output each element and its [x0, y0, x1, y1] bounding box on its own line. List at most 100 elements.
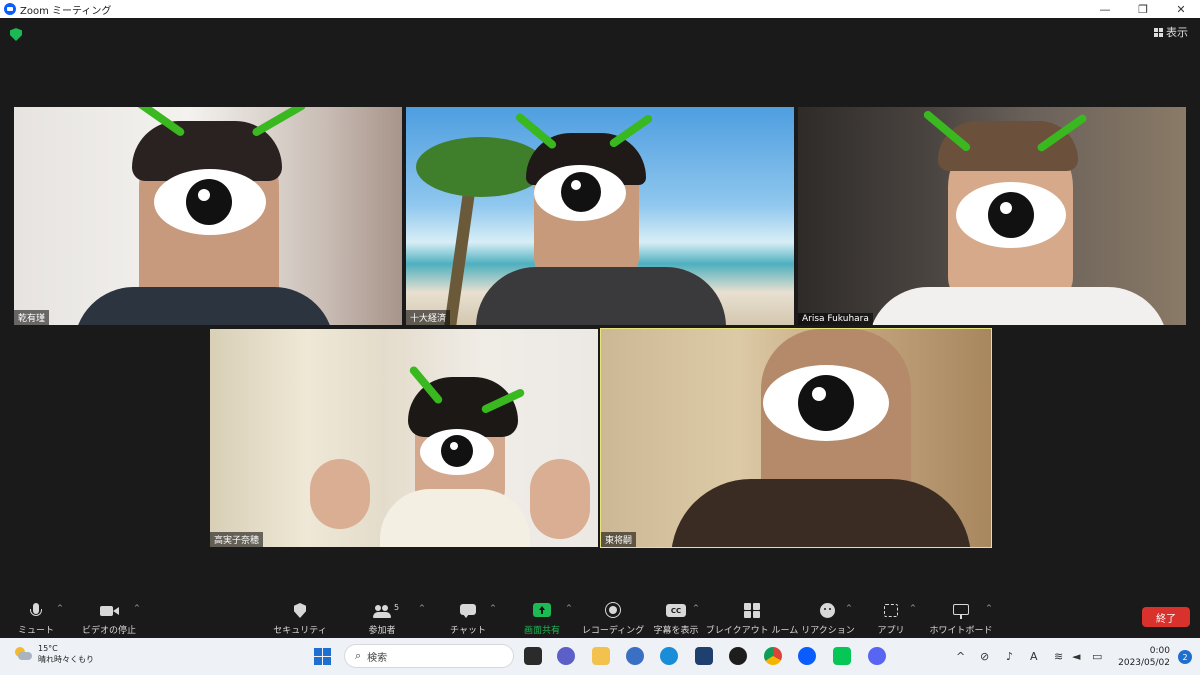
shield-icon	[290, 602, 310, 620]
window-title: Zoom ミーティング	[20, 5, 112, 17]
close-button[interactable]: ✕	[1162, 0, 1200, 18]
eye-mask-icon	[154, 169, 266, 235]
end-meeting-button[interactable]: 終了	[1142, 607, 1190, 627]
participant-name: 高実子奈穂	[210, 532, 264, 547]
battery-icon[interactable]: ▭	[1092, 650, 1102, 663]
teams-chat-icon[interactable]	[557, 647, 575, 665]
participant-shirt	[671, 479, 971, 547]
chat-icon	[458, 602, 478, 620]
clock-date: 2023/05/02	[1118, 658, 1170, 668]
apps-options-caret-icon[interactable]: ^	[910, 604, 916, 612]
mute-button[interactable]: ミュート	[18, 601, 54, 638]
apps-button[interactable]: アプリ	[874, 601, 908, 638]
show-hidden-icons-icon[interactable]: ^	[956, 650, 965, 663]
wifi-icon[interactable]: ≋	[1054, 650, 1063, 663]
stop-video-button[interactable]: ビデオの停止	[80, 601, 138, 638]
grid-view-icon	[1154, 27, 1163, 37]
share-screen-label: 画面共有	[523, 626, 560, 636]
breakout-rooms-button[interactable]: ブレイクアウト ルーム	[706, 601, 798, 638]
participants-options-caret-icon[interactable]: ^	[419, 604, 425, 612]
task-view-icon[interactable]	[524, 647, 542, 665]
chat-label: チャット	[450, 626, 486, 636]
taskbar-search-input[interactable]: ⌕ 検索	[344, 644, 514, 668]
participant-shirt	[868, 287, 1168, 325]
mute-label: ミュート	[18, 626, 55, 636]
video-tile[interactable]: Arisa Fukuhara	[798, 107, 1186, 325]
whiteboard-button[interactable]: ホワイトボード	[929, 601, 993, 638]
antivirus-icon[interactable]: ⊘	[980, 650, 989, 663]
search-placeholder: 検索	[367, 652, 388, 664]
apps-icon	[881, 602, 901, 620]
captions-icon: CC	[665, 602, 687, 620]
mute-options-caret-icon[interactable]: ^	[57, 604, 63, 612]
video-tile[interactable]: 高実子奈穂	[210, 329, 598, 547]
record-icon	[603, 602, 623, 620]
discord-app-icon[interactable]	[868, 647, 886, 665]
volume-icon[interactable]: ◄	[1072, 650, 1080, 663]
security-button[interactable]: セキュリティ	[273, 601, 327, 638]
eye-mask-icon	[956, 182, 1066, 248]
dell-app-icon[interactable]	[729, 647, 747, 665]
chrome-browser-icon[interactable]	[764, 647, 782, 665]
breakout-rooms-label: ブレイクアウト ルーム	[705, 626, 799, 636]
line-app-icon[interactable]	[833, 647, 851, 665]
encryption-shield-icon[interactable]	[10, 28, 22, 41]
participants-label: 参加者	[368, 626, 396, 636]
participant-shirt	[74, 287, 334, 325]
edge-browser-icon[interactable]	[660, 647, 678, 665]
participant-shirt	[380, 489, 530, 547]
store-app-icon[interactable]	[695, 647, 713, 665]
weather-description: 晴れ時々くもり	[38, 655, 94, 664]
whiteboard-label: ホワイトボード	[929, 626, 993, 636]
zoom-app-icon[interactable]	[798, 647, 816, 665]
restore-button[interactable]: ❐	[1124, 0, 1162, 18]
microphone-tray-icon[interactable]: ♪	[1006, 650, 1013, 663]
meeting-toolbar: ミュート ^ ビデオの停止 ^ セキュリティ 参加者 5 ^ チャット ^ 画面…	[0, 601, 1200, 638]
video-tile[interactable]: 十大経済	[406, 107, 794, 325]
view-button[interactable]: 表示	[1154, 24, 1188, 40]
right-hand	[530, 459, 590, 539]
participant-name: 十大経済	[406, 310, 451, 325]
reactions-button[interactable]: リアクション	[801, 601, 855, 638]
participant-shirt	[476, 267, 726, 325]
ime-icon[interactable]: A	[1030, 650, 1038, 663]
record-label: レコーディング	[581, 626, 645, 636]
share-screen-button[interactable]: 画面共有	[520, 601, 564, 638]
windows-start-icon[interactable]	[314, 648, 331, 665]
minimize-button[interactable]: —	[1086, 0, 1124, 18]
zoom-logo-icon	[4, 3, 16, 15]
video-tile-active-speaker[interactable]: 東将嗣	[600, 328, 992, 548]
chat-button[interactable]: チャット	[450, 601, 486, 638]
reactions-label: リアクション	[801, 626, 855, 636]
eye-mask-icon	[763, 365, 889, 441]
chat-options-caret-icon[interactable]: ^	[490, 604, 496, 612]
participant-name: Arisa Fukuhara	[798, 313, 873, 325]
settings-app-icon[interactable]	[626, 647, 644, 665]
weather-widget[interactable]: 15°C 晴れ時々くもり	[14, 643, 94, 665]
left-hand	[310, 459, 370, 529]
taskbar-clock[interactable]: 0:00 2023/05/02	[1118, 645, 1170, 669]
whiteboard-options-caret-icon[interactable]: ^	[986, 604, 992, 612]
view-label: 表示	[1166, 26, 1188, 39]
reactions-options-caret-icon[interactable]: ^	[846, 604, 852, 612]
captions-label: 字幕を表示	[653, 626, 699, 636]
reaction-icon	[818, 602, 838, 620]
video-camera-icon	[99, 602, 119, 620]
stop-video-label: ビデオの停止	[81, 626, 136, 636]
apps-label: アプリ	[877, 626, 905, 636]
notification-badge[interactable]: 2	[1178, 650, 1192, 664]
video-tile[interactable]: 乾有瑾	[14, 107, 402, 325]
security-label: セキュリティ	[273, 626, 327, 636]
clock-time: 0:00	[1149, 646, 1170, 656]
file-explorer-icon[interactable]	[592, 647, 610, 665]
microphone-icon	[26, 602, 46, 620]
share-options-caret-icon[interactable]: ^	[566, 604, 572, 612]
captions-options-caret-icon[interactable]: ^	[693, 604, 699, 612]
meeting-area: 表示 乾有瑾 十大経済 Arisa Fukuhara 高実子奈穂 東将嗣	[0, 18, 1200, 601]
record-button[interactable]: レコーディング	[581, 601, 645, 638]
video-options-caret-icon[interactable]: ^	[134, 604, 140, 612]
participant-name: 乾有瑾	[14, 310, 50, 325]
weather-temperature: 15°C	[38, 644, 58, 653]
participant-name: 東将嗣	[601, 532, 637, 547]
eye-mask-icon	[534, 165, 626, 221]
